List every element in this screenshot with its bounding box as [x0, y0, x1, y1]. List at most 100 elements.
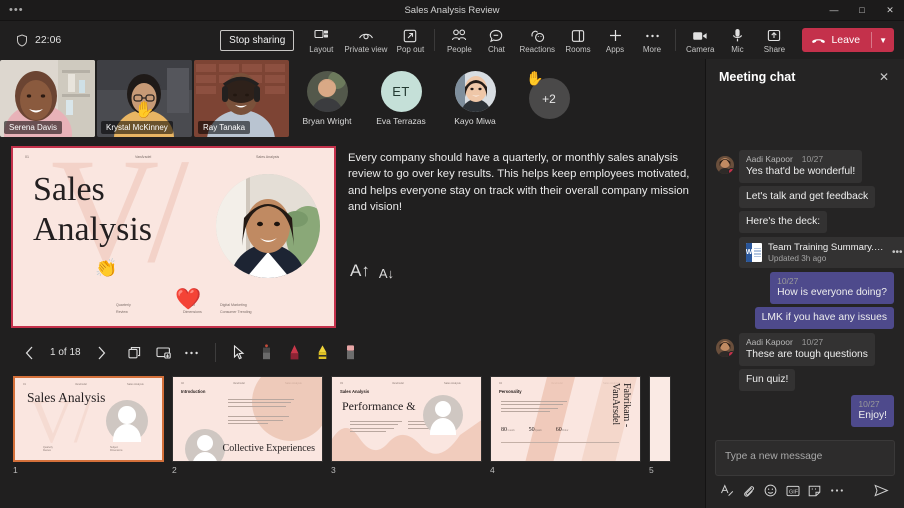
pop-out-icon [403, 28, 417, 44]
participant-roster: Serena Davis ✋ [0, 59, 705, 138]
chat-input[interactable]: Type a new message [716, 441, 894, 475]
more-horizontal-icon[interactable] [827, 481, 846, 500]
speaker-notes: Every company should have a quarterly, o… [348, 146, 699, 328]
more-button[interactable]: More [634, 26, 670, 55]
chat-button[interactable]: Chat [478, 26, 514, 55]
avatar-initials: ET [381, 71, 422, 112]
chat-bubble[interactable]: 10/27 How is everyone doing? [770, 272, 894, 304]
leave-button[interactable]: Leave ▼ [802, 28, 894, 52]
font-decrease-button[interactable]: A↓ [379, 266, 394, 281]
rooms-button[interactable]: Rooms [560, 26, 596, 55]
slide-header-center: VanArsdel [135, 155, 151, 159]
meeting-stage: Serena Davis ✋ [0, 59, 705, 508]
stop-sharing-button[interactable]: Stop sharing [220, 30, 294, 51]
meeting-toolbar: 22:06 Stop sharing Layout Private view [0, 21, 904, 59]
chat-bubble[interactable]: Aadi Kapoor 10/27 These are tough questi… [739, 333, 875, 366]
thumbnail-4[interactable]: 04 VanArsdel Sales Analysis Personality … [490, 376, 641, 488]
video-tile-krystal-mckinney[interactable]: ✋ Krystal McKinney [97, 60, 192, 137]
chat-file-attachment[interactable]: W Team Training Summary.docx Updated 3h … [739, 237, 904, 268]
avatar-name: Kayo Miwa [454, 116, 496, 126]
maximize-icon[interactable]: □ [848, 0, 876, 21]
toolbar-center: Stop sharing Layout Private view Pop out [220, 26, 670, 55]
sticker-icon[interactable] [805, 481, 824, 500]
next-slide-button[interactable] [89, 341, 115, 365]
presenter-view-icon [156, 346, 172, 360]
avatar [307, 71, 348, 112]
chat-bubble[interactable]: Let's talk and get feedback [739, 186, 875, 208]
thumbnail-1[interactable]: 01 VanArsdel Sales Analysis V/ Sales Ana… [13, 376, 164, 488]
chat-input-box[interactable]: Type a new message [715, 440, 895, 476]
attach-icon[interactable] [739, 481, 758, 500]
thumbnail-canvas[interactable]: 03 VanArsdel Sales Analysis Sales Analys… [331, 376, 482, 462]
participant-name: Krystal McKinney [101, 121, 173, 134]
cursor-tool-button[interactable] [226, 341, 252, 365]
avatar-name: Eva Terrazas [376, 116, 425, 126]
pen-tool-button[interactable] [254, 341, 280, 365]
speaker-notes-text: Every company should have a quarterly, o… [348, 150, 699, 216]
meeting-timer: 22:06 [35, 34, 61, 46]
emoji-icon[interactable] [761, 481, 780, 500]
minimize-icon[interactable]: — [820, 0, 848, 21]
leave-main[interactable]: Leave [802, 28, 871, 52]
format-icon[interactable] [717, 481, 736, 500]
pop-out-button[interactable]: Pop out [392, 26, 428, 55]
slide-header-right: Sales Analysis [256, 155, 279, 159]
highlighter-tool-button[interactable] [310, 341, 336, 365]
presenter-view-button[interactable] [151, 341, 177, 365]
avatar-tile-bryan-wright[interactable]: Bryan Wright [291, 60, 363, 137]
red-pen-tool-button[interactable] [282, 341, 308, 365]
send-icon[interactable] [872, 481, 891, 500]
thumbnail-5[interactable]: 5 [649, 376, 671, 488]
slide-more-button[interactable] [179, 341, 205, 365]
eye-icon [358, 28, 374, 44]
layout-button[interactable]: Layout [303, 26, 339, 55]
thumbnail-canvas[interactable]: 01 VanArsdel Sales Analysis V/ Sales Ana… [13, 376, 164, 462]
thumbnail-canvas[interactable] [649, 376, 671, 462]
thumbnail-canvas[interactable]: 02 VanArsdel Sales Analysis Introduction… [172, 376, 323, 462]
avatar-tile-kayo-miwa[interactable]: Kayo Miwa [439, 60, 511, 137]
previous-slide-button[interactable] [16, 341, 42, 365]
chat-bubble[interactable]: Here's the deck: [739, 211, 827, 233]
people-button[interactable]: People [441, 26, 477, 55]
giphy-icon[interactable]: GIF [783, 481, 802, 500]
apps-button[interactable]: Apps [597, 26, 633, 55]
camera-icon [692, 28, 708, 44]
more-horizontal-icon[interactable]: ••• [892, 250, 903, 256]
avatar-tile-eva-terrazas[interactable]: ET Eva Terrazas [365, 60, 437, 137]
chat-meta: Aadi Kapoor 10/27 [746, 337, 868, 347]
close-icon[interactable]: ✕ [876, 0, 904, 21]
video-tile-serena-davis[interactable]: Serena Davis [0, 60, 95, 137]
slide-title-line1: Sales [33, 170, 152, 210]
rooms-icon [571, 28, 585, 44]
chat-bubble[interactable]: Fun quiz! [739, 369, 795, 391]
thumbnail-2[interactable]: 02 VanArsdel Sales Analysis Introduction… [172, 376, 323, 488]
cursor-icon [233, 345, 245, 360]
reactions-button[interactable]: Reactions [515, 26, 559, 55]
font-size-controls: A↑ A↓ [348, 261, 699, 281]
private-view-button[interactable]: Private view [340, 26, 391, 55]
chat-bubble[interactable]: 10/27 Enjoy! [851, 395, 894, 427]
thumbnail-title: Performance & [342, 399, 416, 414]
share-icon [767, 28, 781, 44]
thumbnail-canvas[interactable]: 04 VanArsdel Sales Analysis Personality … [490, 376, 641, 462]
video-tile-ray-tanaka[interactable]: Ray Tanaka [194, 60, 289, 137]
thumbnail-3[interactable]: 03 VanArsdel Sales Analysis Sales Analys… [331, 376, 482, 488]
share-button[interactable]: Share [756, 26, 792, 55]
eraser-tool-button[interactable] [338, 341, 364, 365]
grid-view-button[interactable] [123, 341, 149, 365]
font-increase-button[interactable]: A↑ [350, 261, 370, 281]
shared-slide[interactable]: V/ 01 VanArsdel Sales Analysis Sales Ana… [11, 146, 336, 328]
camera-button[interactable]: Camera [682, 26, 718, 55]
chat-bubbles: Aadi Kapoor 10/27 These are tough questi… [739, 333, 875, 391]
chat-bubble[interactable]: LMK if you have any issues [755, 307, 894, 329]
mic-button[interactable]: Mic [719, 26, 755, 55]
raised-hand-icon: ✋ [526, 70, 543, 87]
close-icon[interactable]: ✕ [874, 67, 894, 87]
chevron-down-icon[interactable]: ▼ [872, 28, 894, 52]
window-menu-icon[interactable]: ••• [0, 6, 24, 14]
avatar-tile-overflow[interactable]: ✋ +2 [513, 60, 585, 137]
chat-time: 10/27 [802, 337, 823, 347]
more-label: More [643, 45, 661, 54]
chat-bubble[interactable]: Aadi Kapoor 10/27 Yes that'd be wonderfu… [739, 150, 862, 183]
chat-message-list[interactable]: Aadi Kapoor 10/27 Yes that'd be wonderfu… [706, 95, 904, 433]
